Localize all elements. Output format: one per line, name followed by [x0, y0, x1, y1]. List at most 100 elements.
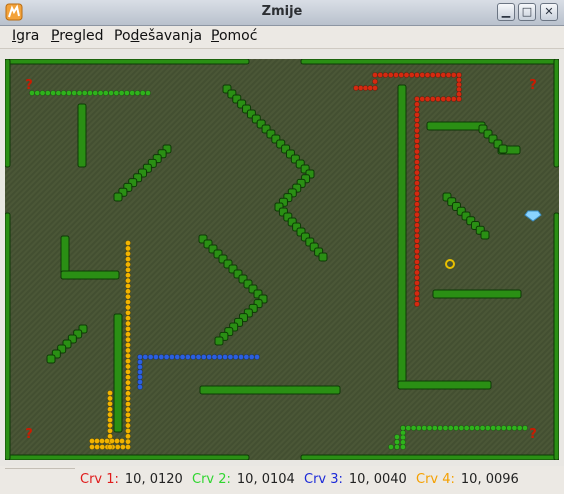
board-background [5, 59, 559, 460]
snake-blue-segment [206, 354, 213, 360]
snake-yellow-segment [125, 261, 131, 268]
snake-green-segment [66, 90, 72, 96]
close-button[interactable]: ✕ [540, 3, 558, 21]
snake-yellow-segment [125, 293, 131, 300]
snake-yellow-segment [125, 422, 131, 429]
snake-blue-segment [216, 354, 223, 360]
wall-segment [432, 289, 522, 299]
snake-red-segment [456, 76, 462, 83]
snake-yellow-segment [125, 406, 131, 413]
game-board[interactable]: ? ? ? ? [5, 59, 559, 460]
maximize-button[interactable]: □ [518, 3, 536, 21]
snake-yellow-segment [107, 444, 113, 450]
snake-red-segment [435, 72, 441, 78]
snake-yellow-segment [104, 438, 110, 444]
snake-red-segment [414, 185, 420, 192]
snake-blue-segment [137, 384, 143, 390]
question-bonus-icon: ? [529, 427, 537, 442]
stepped-wall [498, 144, 508, 154]
snake-green-segment [129, 90, 136, 96]
worm-4-label: Crv 4: [416, 472, 455, 487]
worm-4-score: Crv 4: 10, 0096 [416, 472, 519, 487]
snake-red-segment [414, 122, 420, 129]
menu-pregled[interactable]: Pregled [51, 28, 104, 44]
menu-igra[interactable]: Igra [12, 28, 39, 44]
snake-green-segment [400, 429, 406, 436]
snake-red-segment [414, 248, 420, 255]
stepped-wall [214, 336, 224, 346]
snake-blue-segment [232, 354, 239, 360]
stepped-wall [318, 252, 328, 262]
snake-blue-segment [137, 354, 143, 360]
snake-red-segment [414, 190, 420, 197]
menu-label-rest: gra [16, 28, 40, 44]
snake-red-segment [414, 101, 420, 108]
snake-red-segment [419, 96, 426, 102]
snake-green-segment [421, 425, 428, 431]
snake-green-segment [431, 425, 438, 431]
snake-yellow-segment [107, 417, 113, 423]
snake-yellow-segment [125, 245, 131, 252]
snake-yellow-segment [125, 315, 131, 322]
snake-blue-segment [142, 354, 149, 360]
snake-yellow-segment [107, 400, 113, 407]
snake-yellow-segment [125, 299, 131, 305]
stepped-wall [113, 192, 123, 202]
snake-yellow-segment [107, 390, 113, 396]
snake-blue-segment [163, 354, 170, 360]
snake-green-segment [500, 425, 507, 431]
snake-red-segment [414, 117, 420, 123]
snake-red-segment [393, 72, 399, 78]
snake-green-segment [522, 425, 528, 431]
snake-green-segment [81, 90, 88, 96]
stepped-wall [480, 230, 490, 240]
status-separator [5, 468, 75, 469]
snake-blue-segment [227, 354, 234, 360]
menu-pomoc[interactable]: Pomoć [211, 28, 257, 44]
snake-green-segment [87, 90, 93, 96]
snake-red-segment [440, 72, 447, 78]
menu-label-pre: Po [114, 28, 131, 44]
snake-yellow-segment [125, 379, 131, 386]
wall-segment [77, 103, 87, 168]
title-bar[interactable]: Zmije ▁ □ ✕ [0, 0, 564, 26]
snake-red-segment [414, 180, 420, 187]
snake-yellow-segment [125, 433, 131, 440]
snake-green-segment [118, 90, 125, 96]
snake-red-segment [414, 127, 420, 134]
snake-yellow-segment [125, 283, 131, 289]
snake-green-segment [400, 439, 406, 446]
snake-red-segment [414, 301, 420, 307]
question-bonus-icon: ? [529, 78, 537, 93]
worm-1-label: Crv 1: [80, 472, 119, 487]
snake-yellow-segment [125, 411, 131, 418]
snake-blue-segment [238, 354, 244, 360]
worm-3-label: Crv 3: [304, 472, 343, 487]
minimize-button[interactable]: ▁ [497, 3, 515, 21]
snake-yellow-segment [114, 438, 120, 444]
snake-yellow-segment [107, 411, 113, 418]
menu-podesavanja[interactable]: Podešavanja [114, 28, 202, 44]
snake-green-segment [490, 425, 497, 431]
stepped-wall [46, 354, 56, 364]
snake-green-segment [400, 425, 406, 431]
snake-red-segment [382, 72, 389, 78]
snake-red-segment [450, 96, 457, 102]
snake-blue-segment [169, 354, 175, 360]
snake-red-segment [414, 243, 420, 250]
snake-yellow-segment [125, 309, 131, 316]
snake-green-segment [113, 90, 120, 96]
snake-green-segment [145, 90, 151, 96]
wall-segment [397, 84, 407, 390]
snake-blue-segment [174, 354, 181, 360]
snake-red-segment [450, 72, 457, 78]
worm-2-label: Crv 2: [192, 472, 231, 487]
snake-red-segment [414, 143, 420, 150]
snake-green-segment [506, 425, 512, 431]
snake-red-segment [419, 72, 426, 78]
snake-green-segment [76, 90, 83, 96]
snake-yellow-segment [125, 325, 131, 332]
snake-yellow-segment [125, 368, 131, 375]
snake-blue-segment [137, 379, 143, 385]
worm-2-score: Crv 2: 10, 0104 [192, 472, 295, 487]
